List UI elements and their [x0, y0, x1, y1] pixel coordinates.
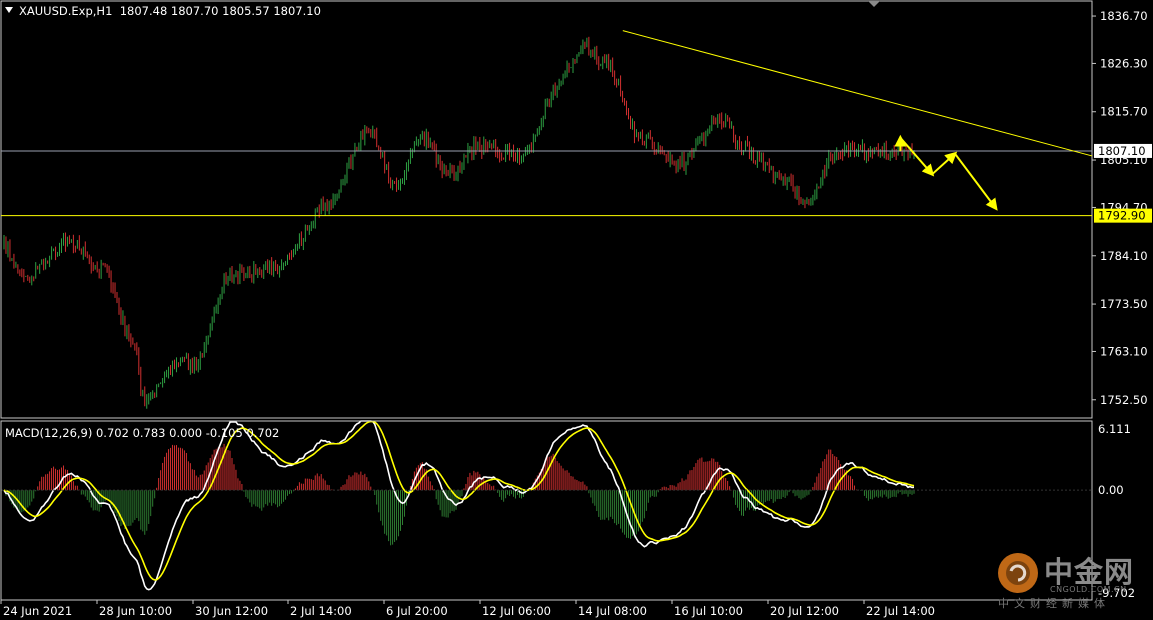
current-price-label: 1807.10	[1098, 144, 1146, 158]
y-tick-label: 1836.70	[1100, 9, 1148, 23]
watermark-slogan: 中文财经新媒体	[998, 597, 1110, 610]
axes: 1836.701826.301815.701805.101794.701784.…	[0, 0, 1148, 618]
macd-frame	[0, 420, 1093, 601]
symbol-label: XAUUSD.Exp,H1	[19, 4, 113, 18]
chart-title: XAUUSD.Exp,H1 1807.48 1807.70 1805.57 18…	[5, 4, 321, 18]
forecast-arrow	[899, 137, 935, 177]
watermark-url: CNGOLD.COM.CN	[1050, 585, 1127, 594]
y-tick-label: 1773.50	[1100, 297, 1148, 311]
x-tick-label: 22 Jul 14:00	[866, 604, 935, 618]
dropdown-triangle-icon[interactable]	[5, 7, 13, 13]
y-tick-label: 1815.70	[1100, 105, 1148, 119]
macd-axis-label: 6.111	[1098, 422, 1131, 436]
overlays: 1807.10 1792.90	[1, 1, 1152, 223]
y-tick-label: 1784.10	[1100, 249, 1148, 263]
trendline	[622, 30, 1093, 157]
watermark: 中金网 CNGOLD.COM.CN 中文财经新媒体	[994, 547, 1144, 617]
macd-axis-label: 0.00	[1098, 483, 1124, 497]
forecast-arrow	[931, 151, 958, 175]
x-tick-label: 28 Jun 10:00	[99, 604, 172, 618]
y-tick-label: 1826.30	[1100, 56, 1148, 70]
x-tick-label: 6 Jul 20:00	[386, 604, 448, 618]
price-frame	[0, 0, 1093, 419]
logo-icon	[998, 553, 1038, 593]
macd-title: MACD(12,26,9) 0.702 0.783 0.000 -0.105 0…	[5, 426, 280, 440]
x-tick-label: 20 Jul 12:00	[770, 604, 839, 618]
x-tick-label: 12 Jul 06:00	[482, 604, 551, 618]
forecast-arrow	[954, 153, 998, 211]
macd-panel	[1, 420, 1092, 591]
chart-canvas[interactable]: 1836.701826.301815.701805.101794.701784.…	[0, 0, 1153, 620]
y-tick-label: 1752.50	[1100, 393, 1148, 407]
x-tick-label: 14 Jul 08:00	[578, 604, 647, 618]
x-tick-label: 16 Jul 10:00	[674, 604, 743, 618]
ohlc-values: 1807.48 1807.70 1805.57 1807.10	[119, 4, 321, 18]
y-tick-label: 1763.10	[1100, 344, 1148, 358]
x-tick-label: 24 Jun 2021	[3, 604, 72, 618]
x-tick-label: 2 Jul 14:00	[290, 604, 352, 618]
shift-marker-icon	[868, 1, 880, 7]
price-panel	[3, 36, 915, 409]
x-tick-label: 30 Jun 12:00	[195, 604, 268, 618]
support-price-label: 1792.90	[1098, 209, 1146, 223]
